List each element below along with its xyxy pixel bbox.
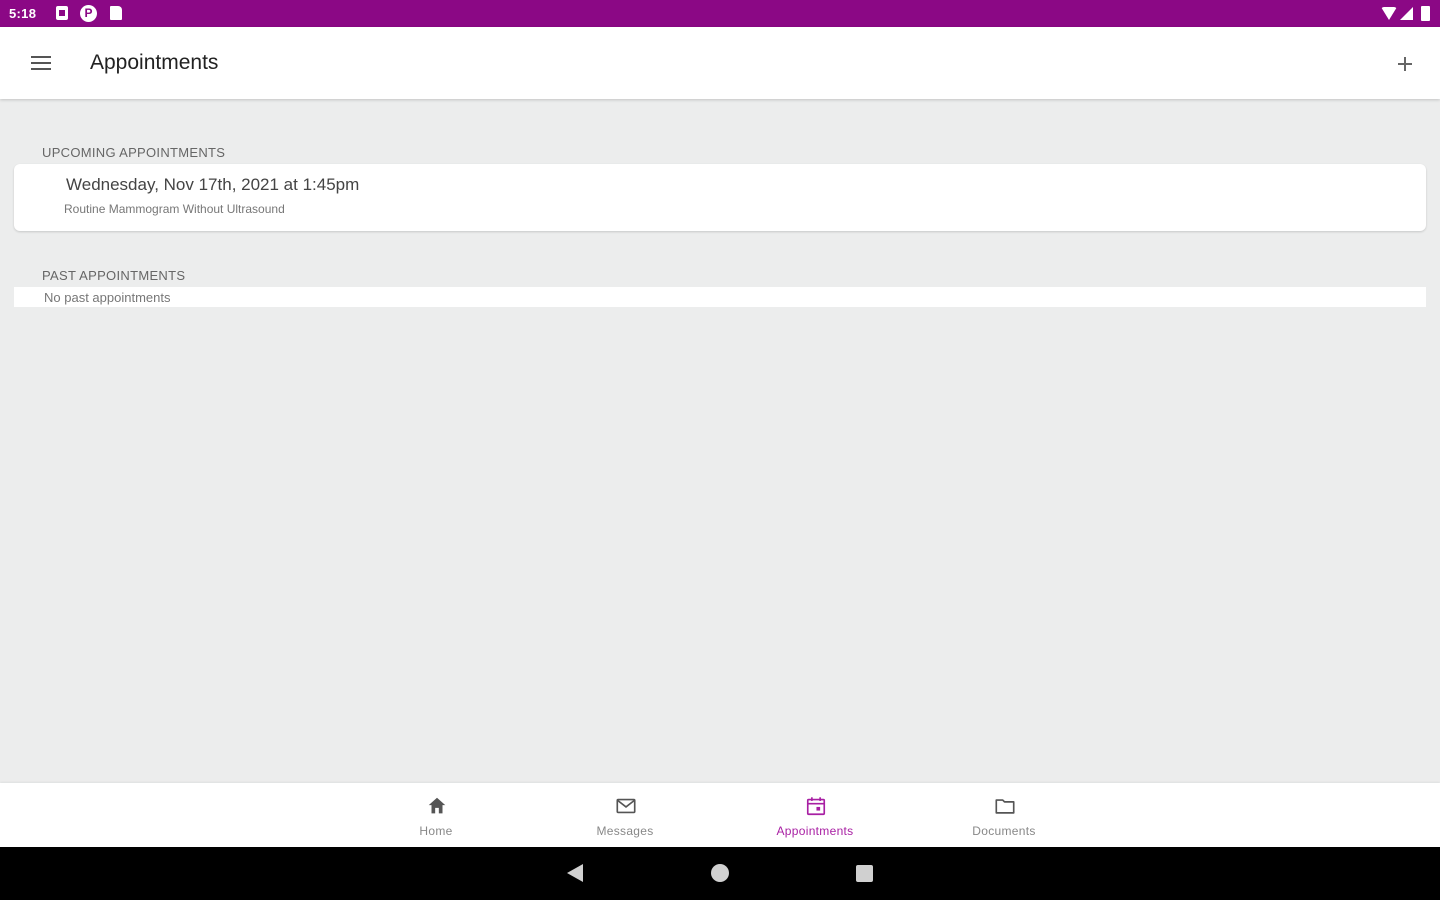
status-time: 5:18	[9, 6, 37, 21]
recent-apps-icon[interactable]	[856, 865, 873, 882]
page-title: Appointments	[90, 51, 219, 74]
appointment-date: Wednesday, Nov 17th, 2021 at 1:45pm	[66, 175, 360, 194]
nav-item-appointments[interactable]: Appointments	[745, 783, 885, 847]
envelope-icon	[616, 798, 636, 814]
upcoming-appointments-header: UPCOMING APPOINTMENTS	[42, 145, 226, 160]
app-bar: Appointments	[0, 27, 1440, 99]
notification-icon	[56, 6, 68, 20]
past-appointments-header: PAST APPOINTMENTS	[42, 268, 186, 283]
nav-item-documents[interactable]: Documents	[934, 783, 1074, 847]
back-icon[interactable]	[567, 864, 583, 882]
appointment-card[interactable]: Wednesday, Nov 17th, 2021 at 1:45pm Rout…	[14, 164, 1426, 231]
cell-signal-icon	[1400, 7, 1413, 20]
nav-label-appointments: Appointments	[776, 824, 854, 838]
nav-item-messages[interactable]: Messages	[555, 783, 695, 847]
nav-label-messages: Messages	[596, 824, 654, 838]
home-icon	[428, 797, 446, 814]
notification-p-icon: P	[80, 5, 97, 22]
status-bar: 5:18 P	[0, 0, 1440, 27]
nav-label-documents: Documents	[972, 824, 1036, 838]
past-empty-text: No past appointments	[44, 290, 171, 305]
sd-card-icon	[110, 6, 122, 20]
nav-label-home: Home	[419, 824, 453, 838]
bottom-navigation: Home Messages Appointments Documents	[0, 783, 1440, 847]
wifi-icon	[1381, 7, 1397, 20]
system-navigation-bar	[0, 847, 1440, 900]
past-appointments-list: No past appointments	[14, 287, 1426, 307]
battery-icon	[1421, 6, 1430, 21]
add-appointment-button[interactable]	[1393, 52, 1417, 76]
home-circle-icon[interactable]	[711, 864, 729, 882]
folder-icon	[995, 799, 1015, 814]
calendar-icon	[806, 797, 826, 816]
hamburger-menu-icon[interactable]	[31, 55, 51, 71]
nav-item-home[interactable]: Home	[366, 783, 506, 847]
appointment-description: Routine Mammogram Without Ultrasound	[64, 202, 285, 216]
